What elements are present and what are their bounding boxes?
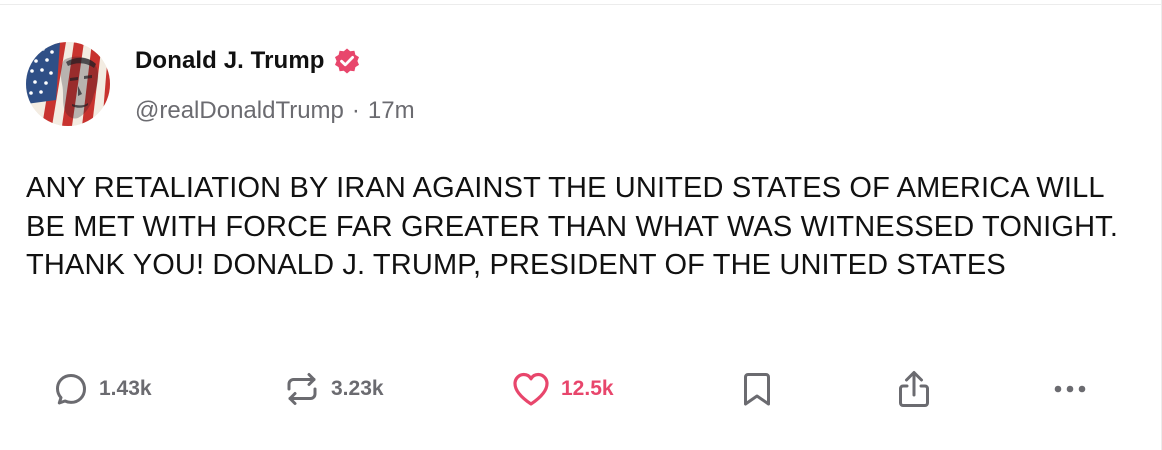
share-icon	[899, 371, 929, 407]
bookmark-button[interactable]	[740, 366, 774, 412]
flag-portrait-avatar-icon	[26, 42, 110, 126]
more-options-button[interactable]	[1050, 366, 1090, 412]
like-count: 12.5k	[561, 377, 614, 400]
share-button[interactable]	[894, 366, 934, 412]
reply-count: 1.43k	[99, 377, 152, 400]
author-handle[interactable]: @realDonaldTrump	[135, 97, 344, 125]
reply-button[interactable]: 1.43k	[52, 366, 152, 412]
more-horizontal-icon	[1054, 385, 1086, 393]
heart-icon	[513, 372, 549, 406]
meta-separator: ·	[351, 97, 360, 124]
repost-count: 3.23k	[331, 377, 384, 400]
author-identity: Donald J. Trump @realDonaldTrump · 17m	[135, 45, 415, 125]
author-avatar[interactable]	[26, 42, 110, 126]
post-body-text: ANY RETALIATION BY IRAN AGAINST THE UNIT…	[26, 172, 1119, 281]
repost-button[interactable]: 3.23k	[282, 366, 384, 412]
post-card: Donald J. Trump @realDonaldTrump · 17m A…	[26, 42, 1126, 285]
verified-badge-icon	[333, 47, 361, 75]
post-timestamp[interactable]: 17m	[368, 97, 415, 125]
author-name-row: Donald J. Trump	[135, 45, 415, 77]
bookmark-icon	[744, 373, 770, 406]
post-header: Donald J. Trump @realDonaldTrump · 17m	[26, 42, 1126, 126]
repost-icon	[287, 373, 317, 405]
post-action-bar: 1.43k 3.23k 12.5k	[26, 366, 1096, 412]
top-divider	[0, 4, 1162, 5]
post-page: Donald J. Trump @realDonaldTrump · 17m A…	[0, 0, 1162, 450]
like-button[interactable]: 12.5k	[510, 366, 614, 412]
author-display-name[interactable]: Donald J. Trump	[135, 47, 325, 75]
post-meta: @realDonaldTrump · 17m	[135, 97, 415, 125]
reply-bubble-icon	[56, 374, 86, 405]
